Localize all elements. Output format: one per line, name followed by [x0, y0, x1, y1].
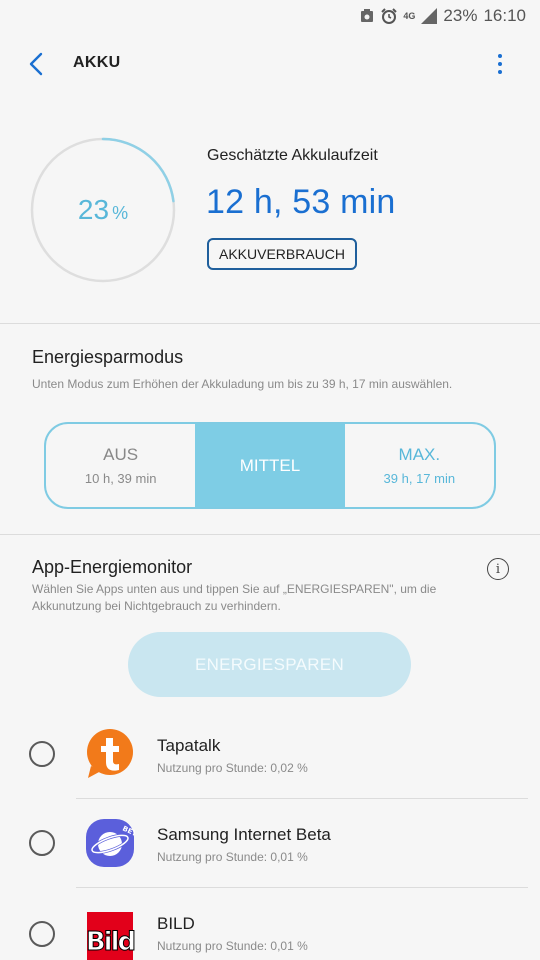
- alarm-icon: [381, 8, 398, 24]
- battery-usage-button[interactable]: AKKUVERBRAUCH: [207, 238, 357, 270]
- samsung-internet-beta-icon: BETA: [86, 819, 135, 867]
- svg-text:Bild: Bild: [86, 927, 135, 957]
- battery-percent-label: 23%: [443, 6, 478, 25]
- app-row-samsung-internet-beta[interactable]: BETA Samsung Internet Beta Nutzung pro S…: [0, 799, 540, 887]
- power-mode-off[interactable]: AUS 10 h, 39 min: [46, 424, 195, 507]
- app-row-bild[interactable]: Bild BILD Nutzung pro Stunde: 0,01 %: [0, 888, 540, 960]
- more-dot: [498, 70, 502, 74]
- energy-save-button[interactable]: ENERGIESPAREN: [128, 632, 411, 697]
- app-name: Tapatalk: [157, 736, 221, 755]
- network-type-label: 4G: [403, 10, 416, 21]
- bild-icon: Bild: [85, 912, 135, 960]
- app-select-radio[interactable]: [29, 741, 55, 767]
- app-monitor-title: App-Energiemonitor: [32, 557, 193, 577]
- app-usage: Nutzung pro Stunde: 0,01 %: [157, 939, 308, 953]
- app-bar: AKKU: [0, 32, 540, 96]
- app-select-radio[interactable]: [29, 921, 55, 947]
- section-divider: [0, 323, 540, 324]
- power-saving-title: Energiesparmodus: [32, 347, 184, 367]
- estimate-label: Geschätzte Akkulaufzeit: [207, 147, 378, 164]
- battery-percent: 23 %: [30, 137, 176, 283]
- more-options-button[interactable]: [490, 50, 510, 78]
- clock-label: 16:10: [483, 6, 526, 25]
- more-vertical-icon: [498, 54, 502, 58]
- power-mode-off-time: 10 h, 39 min: [84, 471, 157, 486]
- app-name: Samsung Internet Beta: [157, 825, 331, 844]
- power-mode-max-label: MAX.: [398, 445, 441, 464]
- power-mode-selector: AUS 10 h, 39 min MITTEL MAX. 39 h, 17 mi…: [44, 422, 496, 509]
- estimate-value: 12 h, 53 min: [206, 183, 396, 221]
- app-monitor-description: Wählen Sie Apps unten aus und tippen Sie…: [32, 582, 437, 613]
- battery-percent-value: 23: [77, 194, 110, 225]
- app-usage: Nutzung pro Stunde: 0,01 %: [157, 850, 308, 864]
- screenshot-icon: [361, 9, 374, 22]
- power-mode-off-label: AUS: [103, 445, 139, 464]
- info-icon[interactable]: i: [487, 558, 509, 580]
- app-usage: Nutzung pro Stunde: 0,02 %: [157, 761, 308, 775]
- power-mode-max-time: 39 h, 17 min: [383, 471, 456, 486]
- signal-icon: [421, 8, 438, 24]
- app-select-radio[interactable]: [29, 830, 55, 856]
- status-bar: 4G 23% 16:10: [0, 0, 540, 32]
- more-dot: [498, 62, 502, 66]
- power-mode-max[interactable]: MAX. 39 h, 17 min: [345, 424, 494, 507]
- power-mode-medium-label: MITTEL: [239, 455, 301, 475]
- battery-percent-sign: %: [112, 202, 129, 223]
- app-row-tapatalk[interactable]: Tapatalk Nutzung pro Stunde: 0,02 %: [0, 710, 540, 798]
- back-button[interactable]: [22, 50, 50, 78]
- tapatalk-icon: [87, 729, 133, 778]
- section-divider: [0, 534, 540, 535]
- power-mode-medium[interactable]: MITTEL: [195, 424, 345, 507]
- page-title: AKKU: [73, 54, 121, 71]
- chevron-left-icon: [29, 52, 43, 76]
- power-saving-subtitle: Unten Modus zum Erhöhen der Akkuladung u…: [32, 377, 453, 391]
- app-name: BILD: [157, 914, 195, 933]
